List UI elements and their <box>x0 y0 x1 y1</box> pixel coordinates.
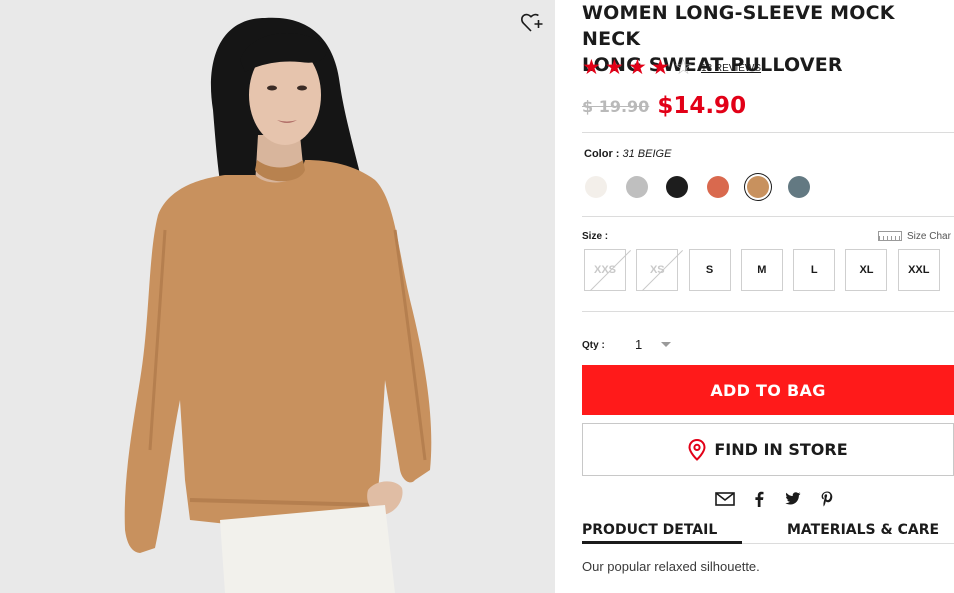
color-swatch-blue-gray[interactable] <box>787 176 810 198</box>
facebook-icon[interactable] <box>742 489 776 509</box>
email-icon[interactable] <box>708 489 742 509</box>
share-icons <box>708 489 844 509</box>
price: $ 19.90 $14.90 <box>582 92 746 120</box>
product-description: Our popular relaxed silhouette. <box>582 559 760 574</box>
size-options: XXS XS S M L XL XXL <box>584 249 950 291</box>
divider <box>582 311 954 312</box>
star-icon: ★ <box>582 56 601 79</box>
chevron-down-icon <box>661 341 672 347</box>
divider <box>582 132 954 133</box>
add-to-bag-button[interactable]: ADD TO BAG <box>582 365 954 415</box>
size-option-s[interactable]: S <box>688 249 731 291</box>
size-chart-label: Size Char <box>907 230 951 242</box>
divider <box>582 216 954 217</box>
product-info: WOMEN LONG-SLEEVE MOCK NECK LONG SWEAT P… <box>582 0 954 593</box>
heart-plus-icon <box>521 13 543 32</box>
tab-materials-care[interactable]: MATERIALS & CARE <box>787 519 939 541</box>
ruler-icon <box>878 231 902 241</box>
size-option-l[interactable]: L <box>793 249 836 291</box>
tab-product-detail[interactable]: PRODUCT DETAIL <box>582 519 742 544</box>
wishlist-heart-icon[interactable] <box>520 11 544 35</box>
selected-color-name: 31 BEIGE <box>622 148 672 160</box>
color-swatch-gray[interactable] <box>625 176 648 198</box>
twitter-icon[interactable] <box>776 489 810 509</box>
color-swatch-orange[interactable] <box>706 176 729 198</box>
qty-value: 1 <box>635 336 643 352</box>
find-in-store-button[interactable]: FIND IN STORE <box>582 423 954 476</box>
star-icon: ★ <box>628 56 647 79</box>
star-icon: ★ <box>651 56 670 79</box>
star-icon: ★ <box>605 56 624 79</box>
color-swatch-off-white[interactable] <box>585 176 607 198</box>
color-swatch-beige[interactable] <box>747 176 769 198</box>
size-option-xxl[interactable]: XXL <box>897 249 940 291</box>
sale-price: $14.90 <box>657 93 747 119</box>
size-chart-link[interactable]: Size Char <box>878 229 951 243</box>
size-label: Size : <box>582 231 609 242</box>
reviews-link[interactable]: 13 REVIEWS <box>701 63 761 74</box>
star-empty-icon: ☆ <box>674 56 693 79</box>
location-pin-icon <box>688 438 706 461</box>
rating: ★ ★ ★ ★ ☆ 13 REVIEWS <box>582 57 761 79</box>
size-option-m[interactable]: M <box>740 249 783 291</box>
color-swatches <box>585 176 828 200</box>
product-image <box>0 0 555 593</box>
qty-label: Qty : <box>582 340 605 351</box>
color-label: Color : 31 BEIGE <box>584 148 671 160</box>
size-option-xxs[interactable]: XXS <box>584 249 626 291</box>
find-in-store-label: FIND IN STORE <box>714 440 848 459</box>
color-label-text: Color : <box>584 148 620 160</box>
size-option-xs[interactable]: XS <box>636 249 679 291</box>
color-swatch-black[interactable] <box>666 176 688 198</box>
pinterest-icon[interactable] <box>810 489 844 509</box>
size-option-xl[interactable]: XL <box>845 249 888 291</box>
qty-select[interactable]: 1 <box>635 334 683 354</box>
detail-tabs: PRODUCT DETAIL MATERIALS & CARE <box>582 519 954 544</box>
model-illustration <box>0 0 555 593</box>
original-price: $ 19.90 <box>582 96 650 116</box>
